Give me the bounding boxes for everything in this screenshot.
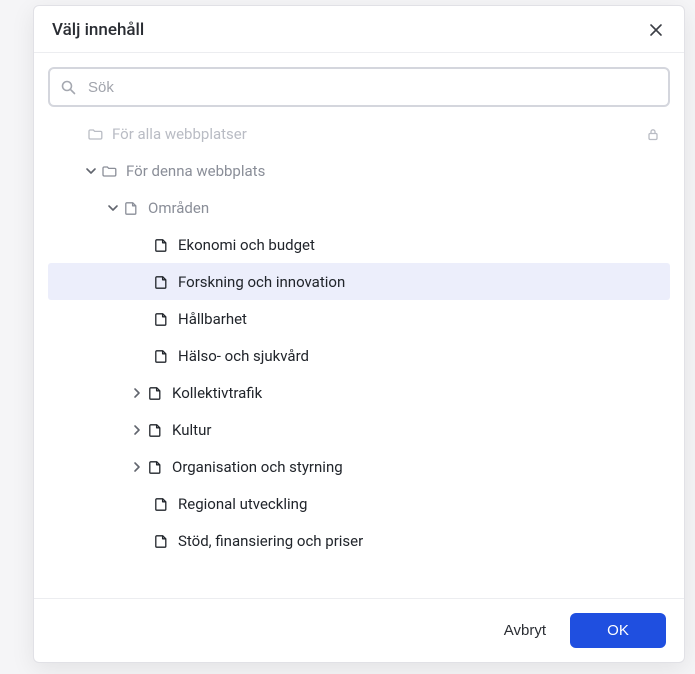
tree-item[interactable]: Ekonomi och budget	[48, 226, 670, 263]
tree-item-label: Forskning och innovation	[178, 273, 345, 291]
lock-icon	[644, 125, 662, 143]
page-icon	[122, 199, 140, 217]
chevron-down-icon[interactable]	[104, 199, 122, 217]
tree-item[interactable]: Hållbarhet	[48, 300, 670, 337]
tree-item-label: För alla webbplatser	[112, 125, 247, 143]
tree-item[interactable]: Hälso- och sjukvård	[48, 337, 670, 374]
page-icon	[152, 310, 170, 328]
dialog-footer: Avbryt OK	[34, 598, 684, 662]
page-icon	[152, 532, 170, 550]
tree-item-label: Organisation och styrning	[172, 458, 343, 476]
tree-item-areas[interactable]: Områden	[48, 189, 670, 226]
ok-button[interactable]: OK	[570, 613, 666, 648]
page-icon	[146, 384, 164, 402]
tree-item-label: Stöd, finansiering och priser	[178, 532, 363, 550]
tree-item-label: För denna webbplats	[126, 162, 265, 180]
tree-item-all-sites: För alla webbplatser	[48, 115, 670, 152]
close-button[interactable]	[646, 20, 666, 40]
chevron-right-icon[interactable]	[128, 421, 146, 439]
tree-item-label: Kultur	[172, 421, 211, 439]
tree-item[interactable]: Forskning och innovation	[48, 263, 670, 300]
page-icon	[152, 347, 170, 365]
page-icon	[152, 495, 170, 513]
tree-item-label: Hälso- och sjukvård	[178, 347, 309, 365]
chevron-down-icon[interactable]	[82, 162, 100, 180]
dialog-header: Välj innehåll	[34, 6, 684, 53]
search-field	[48, 67, 670, 107]
tree-item[interactable]: Stöd, finansiering och priser	[48, 522, 670, 559]
page-icon	[152, 236, 170, 254]
select-content-dialog: Välj innehåll För alla webbplatser	[33, 5, 685, 663]
folder-icon	[86, 125, 104, 143]
tree-item[interactable]: Kollektivtrafik	[48, 374, 670, 411]
search-input[interactable]	[48, 67, 670, 107]
close-icon	[648, 22, 664, 38]
tree-item-label: Ekonomi och budget	[178, 236, 315, 254]
content-tree: För alla webbplatser För denna webbplats	[48, 115, 670, 559]
tree-item-label: Områden	[148, 199, 209, 217]
page-icon	[146, 421, 164, 439]
tree-item-label: Regional utveckling	[178, 495, 307, 513]
tree-item[interactable]: Regional utveckling	[48, 485, 670, 522]
dialog-body: För alla webbplatser För denna webbplats	[34, 53, 684, 598]
tree-item[interactable]: Kultur	[48, 411, 670, 448]
page-icon	[152, 273, 170, 291]
tree-item[interactable]: Organisation och styrning	[48, 448, 670, 485]
tree-item-label: Hållbarhet	[178, 310, 247, 328]
folder-icon	[100, 162, 118, 180]
cancel-button[interactable]: Avbryt	[498, 613, 552, 648]
tree-item-this-site[interactable]: För denna webbplats	[48, 152, 670, 189]
chevron-right-icon[interactable]	[128, 384, 146, 402]
dialog-title: Välj innehåll	[52, 20, 144, 40]
tree-item-label: Kollektivtrafik	[172, 384, 262, 402]
page-icon	[146, 458, 164, 476]
chevron-right-icon[interactable]	[128, 458, 146, 476]
